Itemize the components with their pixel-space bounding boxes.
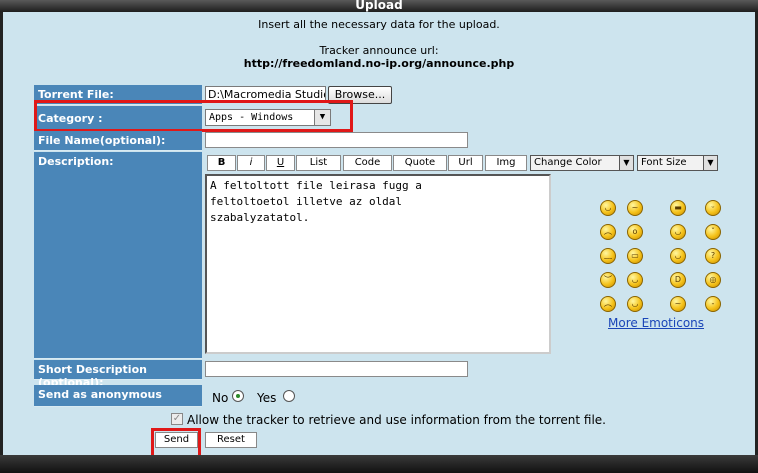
- short-description-label: Short Description (optional):: [34, 360, 202, 389]
- tracker-url: http://freedomland.no-ip.org/announce.ph…: [243, 57, 515, 70]
- italic-button[interactable]: i: [237, 155, 265, 171]
- shy-icon[interactable]: ◡: [670, 224, 686, 240]
- sad-icon[interactable]: ︵: [600, 224, 616, 240]
- thumbsup-icon[interactable]: ◡: [627, 296, 643, 312]
- category-highlight: [34, 100, 353, 132]
- anonymous-no-label: No: [212, 391, 229, 405]
- blush-icon[interactable]: ◡: [627, 272, 643, 288]
- chevron-down-icon: ▼: [619, 156, 633, 170]
- code-button[interactable]: Code: [343, 155, 392, 171]
- reset-button[interactable]: Reset: [205, 432, 257, 448]
- worried-icon[interactable]: ﹏: [600, 248, 616, 264]
- bold-button[interactable]: B: [207, 155, 236, 171]
- crazy-icon[interactable]: ?: [705, 248, 721, 264]
- sleepy-icon[interactable]: -: [705, 296, 721, 312]
- more-emoticons-link[interactable]: More Emoticons: [608, 316, 704, 330]
- laugh-icon[interactable]: D: [670, 272, 686, 288]
- chevron-down-icon: ▼: [703, 156, 717, 170]
- smile-icon[interactable]: ◡: [600, 200, 616, 216]
- surprised-icon[interactable]: o: [627, 224, 643, 240]
- window-title: Upload: [0, 0, 758, 12]
- file-name-input[interactable]: [205, 132, 468, 148]
- window-bottom-bar: [0, 455, 758, 473]
- change-color-select[interactable]: Change Color ▼: [530, 155, 634, 171]
- allow-tracker-label: Allow the tracker to retrieve and use in…: [187, 413, 606, 427]
- anonymous-yes-radio[interactable]: [283, 390, 295, 402]
- quote-button[interactable]: Quote: [393, 155, 447, 171]
- wink-icon[interactable]: ˇ: [705, 224, 721, 240]
- confused-icon[interactable]: ~: [627, 200, 643, 216]
- tongue-icon[interactable]: ᵕ: [705, 200, 721, 216]
- window-left-border: [0, 12, 3, 455]
- list-button[interactable]: List: [296, 155, 341, 171]
- cry-icon[interactable]: ︵: [600, 296, 616, 312]
- anonymous-label: Send as anonymous: [34, 385, 202, 407]
- description-label: Description:: [34, 152, 202, 359]
- short-description-input[interactable]: [205, 361, 468, 377]
- allow-tracker-checkbox[interactable]: ✓: [171, 413, 183, 425]
- img-button[interactable]: Img: [485, 155, 527, 171]
- thinking-icon[interactable]: ~: [670, 296, 686, 312]
- font-size-select[interactable]: Font Size ▼: [637, 155, 718, 171]
- underline-button[interactable]: U: [266, 155, 295, 171]
- anonymous-yes-label: Yes: [257, 391, 277, 405]
- font-size-label: Font Size: [641, 157, 687, 168]
- grin-icon[interactable]: ▬: [670, 200, 686, 216]
- intro-text: Insert all the necessary data for the up…: [258, 18, 500, 31]
- nerd-icon[interactable]: ◎: [705, 272, 721, 288]
- anonymous-no-radio[interactable]: [232, 390, 244, 402]
- change-color-label: Change Color: [534, 157, 602, 168]
- tracker-label: Tracker announce url:: [319, 44, 439, 57]
- file-name-label: File Name(optional):: [34, 131, 202, 151]
- cool-icon[interactable]: ▭: [627, 248, 643, 264]
- description-textarea[interactable]: A feltoltott file leirasa fugg a feltolt…: [205, 174, 551, 354]
- angel-icon[interactable]: ◡: [670, 248, 686, 264]
- url-button[interactable]: Url: [448, 155, 483, 171]
- angry-icon[interactable]: ︶: [600, 272, 616, 288]
